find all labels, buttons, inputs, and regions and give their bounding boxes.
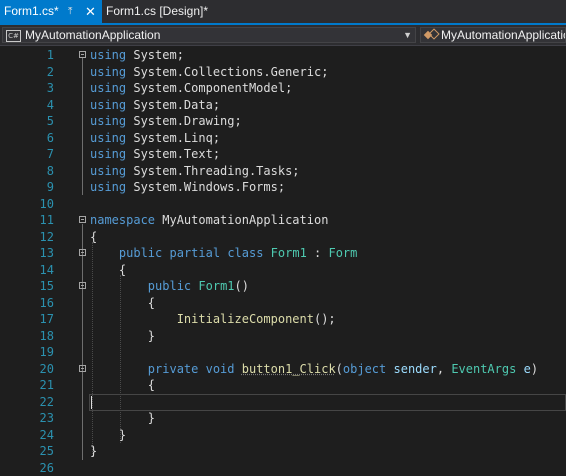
code-text: public partial class Form1 : Form: [90, 245, 357, 262]
line-number: 5: [0, 113, 54, 130]
collapse-icon[interactable]: [79, 216, 86, 223]
code-line[interactable]: 22: [0, 394, 566, 411]
line-number: 20: [0, 361, 54, 378]
code-line[interactable]: 2 using System.Collections.Generic;: [0, 64, 566, 81]
code-line[interactable]: 24 }: [0, 427, 566, 444]
code-line[interactable]: 17 InitializeComponent();: [0, 311, 566, 328]
csharp-project-icon: C#: [6, 30, 21, 42]
line-number: 15: [0, 278, 54, 295]
line-number: 1: [0, 47, 54, 64]
pin-icon[interactable]: ⤒: [68, 0, 72, 23]
line-number: 13: [0, 245, 54, 262]
code-text: using System.ComponentModel;: [90, 80, 292, 97]
code-line[interactable]: 1 using System;: [0, 47, 566, 64]
code-line[interactable]: 9 using System.Windows.Forms;: [0, 179, 566, 196]
collapse-icon[interactable]: [79, 51, 86, 58]
code-text: using System.Collections.Generic;: [90, 64, 328, 81]
collapse-icon[interactable]: [79, 365, 86, 372]
code-editor[interactable]: 1 using System; 2 using System.Collections.…: [0, 46, 566, 475]
line-number: 23: [0, 410, 54, 427]
code-text: using System.Threading.Tasks;: [90, 163, 300, 180]
line-number: 18: [0, 328, 54, 345]
code-line[interactable]: 11 namespace MyAutomationApplication: [0, 212, 566, 229]
code-line[interactable]: 4 using System.Data;: [0, 97, 566, 114]
document-tab-strip: Form1.cs* ⤒ ✕ Form1.cs [Design]*: [0, 0, 566, 25]
code-line[interactable]: 20 private void button1_Click(object sen…: [0, 361, 566, 378]
code-line[interactable]: 7 using System.Text;: [0, 146, 566, 163]
code-text: {: [90, 262, 126, 279]
line-number: 26: [0, 460, 54, 476]
code-text: using System.Windows.Forms;: [90, 179, 285, 196]
line-number: 6: [0, 130, 54, 147]
code-line[interactable]: 25}: [0, 443, 566, 460]
code-line[interactable]: 18 }: [0, 328, 566, 345]
code-line[interactable]: 3 using System.ComponentModel;: [0, 80, 566, 97]
code-line[interactable]: 16 {: [0, 295, 566, 312]
class-icon: [424, 29, 438, 41]
project-dropdown-value: MyAutomationApplication: [25, 28, 160, 42]
tab-form1-design-label: Form1.cs [Design]*: [106, 4, 208, 18]
line-number: 17: [0, 311, 54, 328]
code-text: using System.Drawing;: [90, 113, 242, 130]
code-line[interactable]: 8 using System.Threading.Tasks;: [0, 163, 566, 180]
code-line[interactable]: 23 }: [0, 410, 566, 427]
code-line[interactable]: 6 using System.Linq;: [0, 130, 566, 147]
tab-form1-cs[interactable]: Form1.cs* ⤒ ✕: [0, 0, 102, 23]
line-number: 19: [0, 344, 54, 361]
code-line[interactable]: 15 public Form1(): [0, 278, 566, 295]
code-text: using System.Text;: [90, 146, 220, 163]
code-line[interactable]: 5 using System.Drawing;: [0, 113, 566, 130]
line-number: 21: [0, 377, 54, 394]
project-dropdown[interactable]: C# MyAutomationApplication ▼: [2, 27, 416, 43]
code-line[interactable]: 14 {: [0, 262, 566, 279]
code-text: namespace MyAutomationApplication: [90, 212, 328, 229]
code-text: {: [90, 295, 155, 312]
code-text: {: [90, 229, 97, 246]
code-line[interactable]: 21 {: [0, 377, 566, 394]
collapse-icon[interactable]: [79, 249, 86, 256]
line-number: 25: [0, 443, 54, 460]
line-number: 12: [0, 229, 54, 246]
navigation-bar: C# MyAutomationApplication ▼ MyAutomation…: [0, 25, 566, 46]
code-text: }: [90, 427, 126, 444]
line-number: 3: [0, 80, 54, 97]
code-text: using System.Linq;: [90, 130, 220, 147]
line-number: 22: [0, 394, 54, 411]
code-line[interactable]: 19: [0, 344, 566, 361]
line-number: 11: [0, 212, 54, 229]
line-number: 9: [0, 179, 54, 196]
line-number: 4: [0, 97, 54, 114]
tab-form1-design[interactable]: Form1.cs [Design]*: [106, 0, 208, 23]
code-line[interactable]: 12 {: [0, 229, 566, 246]
line-number: 10: [0, 196, 54, 213]
code-text: {: [90, 377, 155, 394]
line-number: 16: [0, 295, 54, 312]
tab-form1-cs-label: Form1.cs*: [4, 0, 59, 23]
chevron-down-icon[interactable]: ▼: [403, 28, 412, 42]
code-line[interactable]: 10: [0, 196, 566, 213]
code-text: }: [90, 328, 155, 345]
code-line[interactable]: 13 public partial class Form1 : Form: [0, 245, 566, 262]
line-number: 14: [0, 262, 54, 279]
code-text: public Form1(): [90, 278, 249, 295]
code-text: }: [90, 443, 97, 460]
code-text: InitializeComponent();: [90, 311, 336, 328]
line-number: 2: [0, 64, 54, 81]
collapse-icon[interactable]: [79, 282, 86, 289]
type-dropdown[interactable]: MyAutomationApplication: [420, 27, 566, 43]
code-text: private void button1_Click(object sender…: [90, 361, 538, 378]
code-text: using System.Data;: [90, 97, 220, 114]
code-text: using System;: [90, 47, 184, 64]
line-number: 24: [0, 427, 54, 444]
type-dropdown-value: MyAutomationApplication: [441, 28, 566, 42]
line-number: 7: [0, 146, 54, 163]
line-number: 8: [0, 163, 54, 180]
code-line[interactable]: 26: [0, 460, 566, 476]
code-text: }: [90, 410, 155, 427]
close-icon[interactable]: ✕: [85, 0, 96, 23]
